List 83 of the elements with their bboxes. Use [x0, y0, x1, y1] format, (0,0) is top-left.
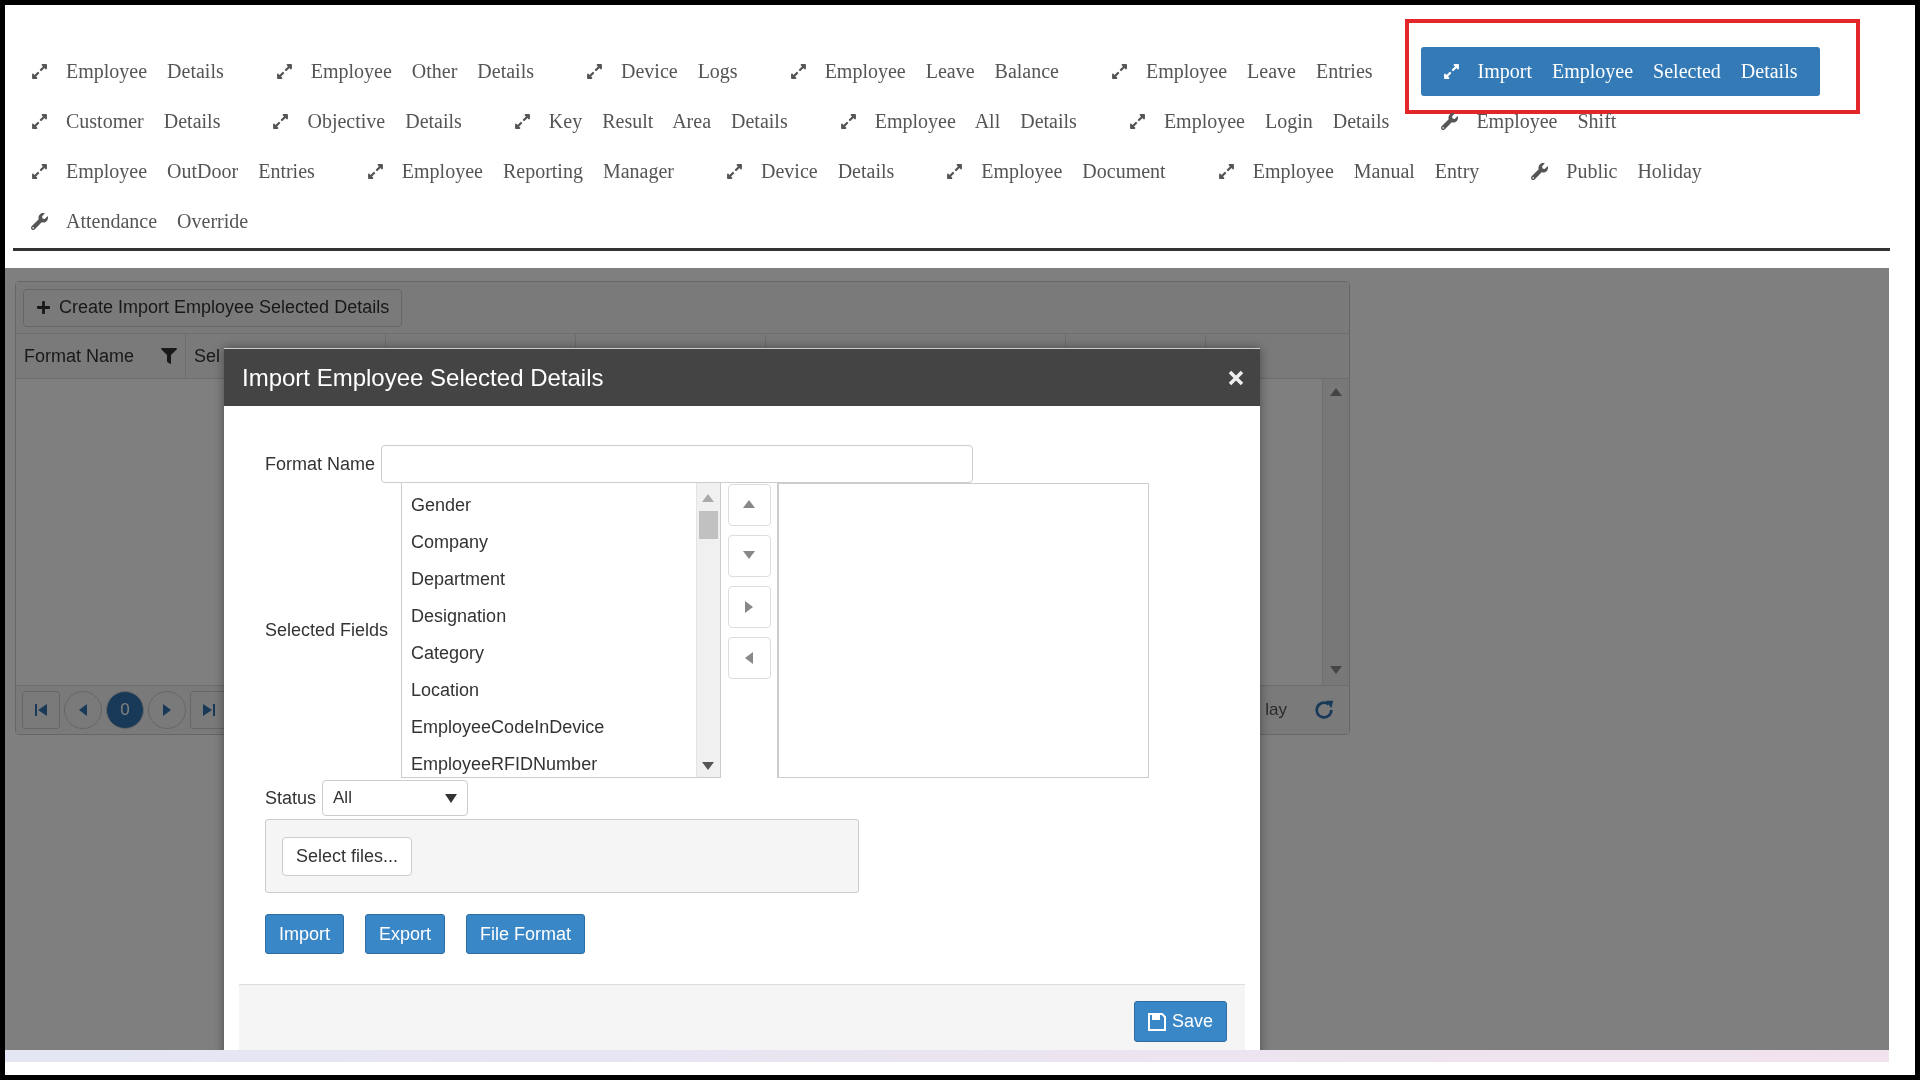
- list-item[interactable]: Gender: [402, 487, 697, 524]
- close-icon[interactable]: [1228, 369, 1244, 386]
- expand-arrows-icon: [272, 112, 290, 130]
- refresh-icon[interactable]: [1313, 699, 1335, 721]
- select-files-button[interactable]: Select files...: [282, 836, 413, 876]
- scroll-up-icon: [702, 493, 715, 503]
- nav-link[interactable]: Employee Leave Entries: [1107, 46, 1373, 96]
- filter-icon: [161, 348, 177, 364]
- nav-link[interactable]: Key Result Area Details: [509, 96, 788, 146]
- nav-link[interactable]: Employee OutDoor Entries: [27, 146, 315, 196]
- field-label: Format Name: [265, 453, 376, 475]
- field-label: Status: [265, 787, 317, 809]
- nav-link[interactable]: Customer Details: [27, 96, 221, 146]
- move-right-button[interactable]: [727, 586, 771, 628]
- pager-info: lay: [1265, 700, 1287, 720]
- save-button[interactable]: Save: [1133, 1001, 1227, 1042]
- previous-page-button[interactable]: [64, 691, 102, 729]
- action-button[interactable]: File Format: [466, 914, 586, 954]
- previous-icon: [77, 704, 89, 716]
- move-up-button[interactable]: [727, 484, 771, 526]
- nav-link[interactable]: Employee Manual Entry: [1213, 146, 1480, 196]
- expand-arrows-icon: [513, 112, 531, 130]
- scrollbar-thumb[interactable]: [699, 511, 719, 539]
- expand-arrows-icon: [1128, 112, 1146, 130]
- modal-title: Import Employee Selected Details: [242, 363, 604, 392]
- expand-arrows-icon: [1442, 62, 1460, 80]
- list-item[interactable]: Category: [402, 635, 697, 672]
- scrollbar[interactable]: [1322, 379, 1349, 685]
- scrollbar[interactable]: [696, 483, 721, 777]
- triangle-up-icon: [743, 499, 756, 511]
- move-left-button[interactable]: [727, 637, 771, 679]
- expand-arrows-icon: [1111, 62, 1128, 80]
- field-label: Selected Fields: [265, 620, 389, 641]
- list-item[interactable]: EmployeeCodeInDevice: [402, 709, 697, 746]
- nav-link[interactable]: Employee Reporting Manager: [362, 146, 674, 196]
- wrench-icon: [31, 212, 48, 230]
- list-item[interactable]: Designation: [402, 598, 697, 635]
- nav-link[interactable]: Employee All Details: [835, 96, 1077, 146]
- nav-link[interactable]: Attendance Override: [27, 196, 249, 246]
- nav-link[interactable]: Employee Document: [942, 146, 1166, 196]
- nav-link[interactable]: Public Holiday: [1527, 146, 1702, 196]
- nav-link[interactable]: Employee Leave Balance: [785, 46, 1059, 96]
- expand-arrows-icon: [839, 112, 857, 130]
- expand-arrows-icon: [366, 162, 384, 180]
- list-item[interactable]: EmployeeRFIDNumber: [402, 746, 697, 777]
- nav-link[interactable]: Employee Shift: [1437, 96, 1617, 146]
- nav-link[interactable]: Employee Login Details: [1124, 96, 1390, 146]
- nav-link[interactable]: Import Employee Selected Details: [1420, 46, 1820, 96]
- expand-arrows-icon: [31, 112, 48, 130]
- nav-link[interactable]: Device Logs: [582, 46, 738, 96]
- expand-arrows-icon: [946, 162, 964, 180]
- column-header[interactable]: Format Name: [16, 334, 186, 378]
- last-page-icon: [203, 704, 215, 716]
- expand-arrows-icon: [1217, 162, 1235, 180]
- wrench-icon: [1531, 162, 1549, 180]
- triangle-left-icon: [743, 652, 756, 664]
- plus-icon: [36, 300, 51, 315]
- expand-arrows-icon: [31, 62, 48, 80]
- next-icon: [161, 704, 173, 716]
- input-field[interactable]: [381, 445, 974, 483]
- list-item[interactable]: Department: [402, 561, 697, 598]
- expand-arrows-icon: [275, 62, 293, 80]
- expand-arrows-icon: [31, 162, 48, 180]
- action-button[interactable]: Export: [365, 914, 446, 954]
- caret-icon: [445, 793, 458, 803]
- list-item[interactable]: Company: [402, 524, 697, 561]
- first-page-icon: [35, 704, 47, 716]
- status-dropdown[interactable]: All: [322, 780, 469, 816]
- scroll-down-icon: [702, 761, 715, 771]
- expand-arrows-icon: [789, 62, 807, 80]
- nav-link[interactable]: Employee Other Details: [271, 46, 534, 96]
- scroll-up-icon: [1330, 387, 1342, 399]
- wrench-icon: [1441, 112, 1459, 130]
- expand-arrows-icon: [586, 62, 603, 80]
- create-button[interactable]: Create Import Employee Selected Details: [23, 288, 403, 327]
- move-down-button[interactable]: [727, 535, 771, 577]
- nav-link[interactable]: Employee Details: [27, 46, 224, 96]
- expand-arrows-icon: [726, 162, 743, 180]
- list-item[interactable]: Location: [402, 672, 697, 709]
- action-button[interactable]: Import: [265, 914, 344, 954]
- nav-link[interactable]: Device Details: [722, 146, 895, 196]
- nav-link[interactable]: Objective Details: [268, 96, 462, 146]
- first-page-button[interactable]: [22, 691, 60, 729]
